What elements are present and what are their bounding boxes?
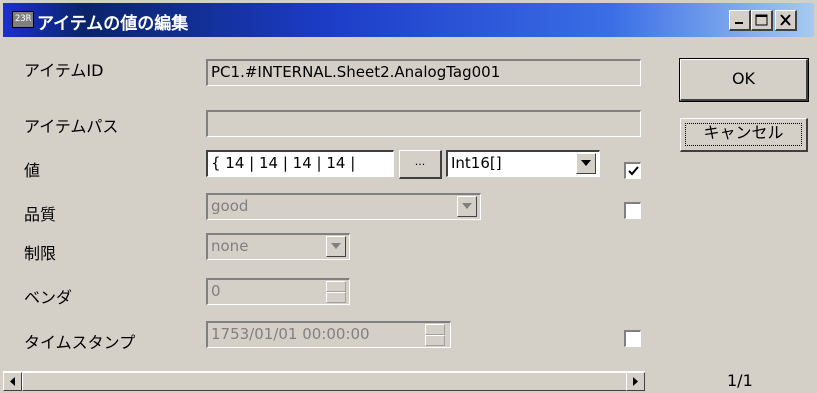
item-path-field[interactable] xyxy=(206,110,641,137)
quality-dropdown-button[interactable] xyxy=(457,196,477,217)
timestamp-picker[interactable]: 1753/01/01 00:00:00 xyxy=(206,321,451,348)
quality-selected: good xyxy=(211,197,249,215)
spin-down-icon[interactable] xyxy=(425,335,445,346)
page-indicator: 1/1 xyxy=(727,371,753,390)
spin-up-icon[interactable] xyxy=(326,281,346,292)
maximize-button[interactable] xyxy=(751,10,773,31)
scroll-left-button[interactable] xyxy=(3,372,22,391)
scroll-thumb[interactable] xyxy=(22,372,630,391)
quality-checkbox[interactable] xyxy=(624,202,641,219)
title-bar[interactable]: 23R アイテムの値の編集 xyxy=(3,3,814,37)
focus-rect xyxy=(685,123,802,146)
app-icon: 23R xyxy=(12,11,34,28)
timestamp-spin-buttons[interactable] xyxy=(425,324,445,346)
value-type-select[interactable]: Int16[] xyxy=(446,150,600,177)
chevron-down-icon xyxy=(581,160,591,166)
minimize-icon xyxy=(735,22,743,24)
vendor-spin-buttons[interactable] xyxy=(326,281,346,303)
quality-select[interactable]: good xyxy=(206,193,481,220)
limit-selected: none xyxy=(211,237,249,255)
vendor-label: ベンダ xyxy=(24,288,73,307)
spin-down-icon[interactable] xyxy=(326,292,346,303)
arrow-left-icon xyxy=(10,377,15,386)
timestamp-value: 1753/01/01 00:00:00 xyxy=(211,325,370,343)
vendor-stepper[interactable]: 0 xyxy=(206,278,350,305)
cancel-button[interactable]: キャンセル xyxy=(680,118,808,152)
value-input[interactable]: { 14 | 14 | 14 | 14 | xyxy=(206,150,394,177)
limit-select[interactable]: none xyxy=(206,233,350,260)
item-id-field[interactable]: PC1.#INTERNAL.Sheet2.AnalogTag001 xyxy=(206,59,641,86)
timestamp-label: タイムスタンプ xyxy=(24,333,136,352)
value-checkbox[interactable] xyxy=(624,162,641,179)
close-icon xyxy=(780,14,791,26)
arrow-right-icon xyxy=(633,377,638,386)
maximize-icon xyxy=(755,14,768,26)
value-label: 値 xyxy=(24,161,41,180)
edit-item-value-dialog: 23R アイテムの値の編集 アイテムID PC1.#INTERNAL.Sheet… xyxy=(0,0,817,393)
item-path-label: アイテムパス xyxy=(24,117,119,136)
ok-button[interactable]: OK xyxy=(679,58,809,102)
value-type-selected: Int16[] xyxy=(451,154,502,172)
vendor-value: 0 xyxy=(211,282,221,300)
spin-up-icon[interactable] xyxy=(425,324,445,335)
close-button[interactable] xyxy=(775,10,797,31)
chevron-down-icon xyxy=(462,203,472,209)
limit-label: 制限 xyxy=(24,244,57,263)
chevron-down-icon xyxy=(331,243,341,249)
minimize-button[interactable] xyxy=(729,10,751,31)
checkmark-icon xyxy=(628,166,639,176)
horizontal-scrollbar[interactable] xyxy=(3,371,645,391)
quality-label: 品質 xyxy=(24,205,57,224)
scroll-right-button[interactable] xyxy=(626,372,645,391)
value-type-dropdown-button[interactable] xyxy=(576,153,596,174)
limit-dropdown-button[interactable] xyxy=(326,236,346,257)
window-title: アイテムの値の編集 xyxy=(37,14,189,34)
item-id-label: アイテムID xyxy=(24,61,104,80)
timestamp-checkbox[interactable] xyxy=(624,330,641,347)
browse-value-button[interactable]: ... xyxy=(399,150,442,179)
